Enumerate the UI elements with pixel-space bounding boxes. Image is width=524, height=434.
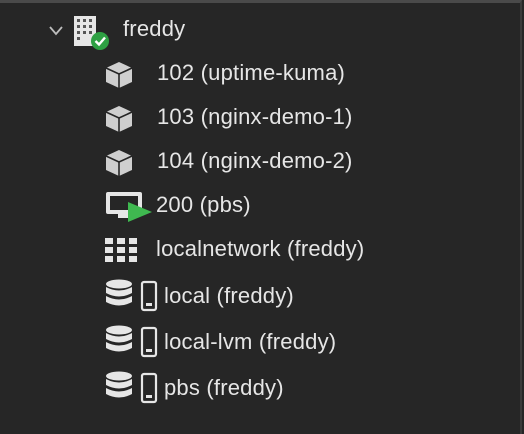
container-icon	[105, 150, 133, 176]
tree-item-label: 200 (pbs)	[156, 192, 251, 217]
tree-item-network-localnetwork[interactable]: localnetwork (freddy)	[0, 228, 520, 268]
tree-item-vm-200[interactable]: 200 (pbs)	[0, 184, 520, 224]
tree-item-label: localnetwork (freddy)	[156, 236, 365, 261]
tree-item-label: 104 (nginx-demo-2)	[157, 148, 353, 173]
container-icon	[105, 106, 133, 132]
tree-item-container-103[interactable]: 103 (nginx-demo-1)	[0, 96, 520, 136]
tree-item-label: pbs (freddy)	[164, 375, 284, 400]
tree-item-storage-pbs[interactable]: pbs (freddy)	[0, 367, 520, 407]
chevron-down-icon[interactable]	[49, 26, 63, 36]
tree-item-label: 102 (uptime-kuma)	[157, 60, 346, 85]
tree-item-storage-local-lvm[interactable]: local-lvm (freddy)	[0, 321, 520, 361]
tree-item-storage-local[interactable]: local (freddy)	[0, 275, 520, 315]
tree-item-container-104[interactable]: 104 (nginx-demo-2)	[0, 140, 520, 180]
storage-icon	[106, 325, 158, 358]
resource-tree-panel: freddy 102 (uptime-kuma) 103 (nginx-demo…	[0, 0, 522, 434]
storage-icon	[106, 371, 158, 404]
tree-item-label: local (freddy)	[164, 283, 294, 308]
container-icon	[105, 62, 133, 88]
tree-item-label: 103 (nginx-demo-1)	[157, 104, 353, 129]
tree-node-label: freddy	[123, 16, 186, 41]
tree-item-container-102[interactable]: 102 (uptime-kuma)	[0, 52, 520, 92]
tree-item-label: local-lvm (freddy)	[164, 329, 337, 354]
server-node-online-icon	[74, 16, 109, 50]
network-grid-icon	[105, 238, 137, 262]
vm-running-icon	[106, 192, 152, 222]
storage-icon	[106, 279, 158, 312]
tree-node-freddy[interactable]: freddy	[0, 9, 520, 50]
